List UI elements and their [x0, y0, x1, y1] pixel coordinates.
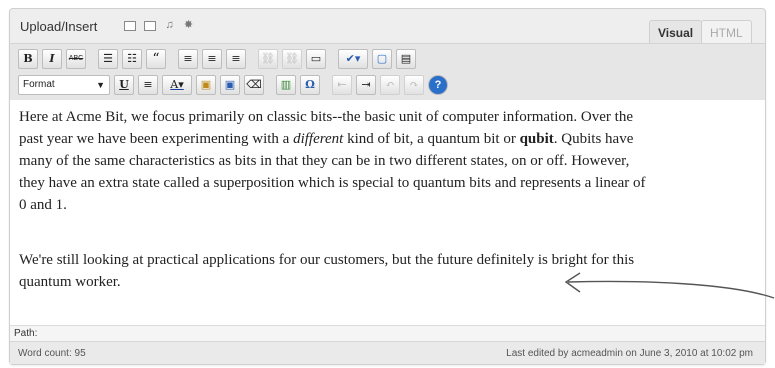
link-icon[interactable]: ⛓ — [258, 49, 278, 69]
content-paragraph-1: Here at Acme Bit, we focus primarily on … — [19, 109, 646, 213]
content-paragraph-2: We're still looking at practical applica… — [19, 252, 635, 290]
bold-icon[interactable]: B — [18, 49, 38, 69]
annotation-arrow-icon — [564, 272, 775, 299]
word-count: Word count: 95 — [18, 348, 86, 359]
italic-icon[interactable]: I — [42, 49, 62, 69]
editor-toolbar: B I ABC ☰ ☷ “ ≡ ≡ ≡ ⛓ ⛓ ▭ ✔▾ ▢ ▤ Format ▼… — [10, 43, 765, 101]
word-count-bar: Word count: 95 Last edited by acmeadmin … — [10, 341, 765, 364]
spellcheck-icon[interactable]: ✔▾ — [338, 49, 368, 69]
redo-icon[interactable]: ↷ — [404, 75, 424, 95]
align-left-icon[interactable]: ≡ — [178, 49, 198, 69]
format-select[interactable]: Format ▼ — [18, 75, 110, 95]
chevron-down-icon: ▼ — [96, 80, 105, 90]
video-icon[interactable] — [144, 20, 156, 31]
text-color-icon[interactable]: A▾ — [162, 75, 192, 95]
fullscreen-icon[interactable]: ▢ — [372, 49, 392, 69]
numbered-list-icon[interactable]: ☷ — [122, 49, 142, 69]
paste-word-icon[interactable]: ▣ — [220, 75, 240, 95]
toolbar-row-1: B I ABC ☰ ☷ “ ≡ ≡ ≡ ⛓ ⛓ ▭ ✔▾ ▢ ▤ — [18, 48, 416, 70]
insert-media-icon[interactable]: ▥ — [276, 75, 296, 95]
tab-visual[interactable]: Visual — [649, 20, 703, 45]
paste-text-icon[interactable]: ▣ — [196, 75, 216, 95]
media-icon[interactable]: ✸ — [183, 20, 194, 31]
align-right-icon[interactable]: ≡ — [226, 49, 246, 69]
undo-icon[interactable]: ↶ — [380, 75, 400, 95]
strikethrough-icon[interactable]: ABC — [66, 49, 86, 69]
help-icon[interactable]: ? — [428, 75, 448, 95]
upload-insert-label: Upload/Insert — [20, 19, 98, 34]
media-icons: ♫ ✸ — [124, 20, 194, 31]
blockquote-icon[interactable]: “ — [146, 49, 166, 69]
toolbar-row-2: Format ▼ U ≡ A▾ ▣ ▣ ⌫ ▥ Ω ⇤ ⇥ ↶ ↷ ? — [18, 74, 448, 96]
path-bar: Path: — [10, 325, 765, 341]
underline-icon[interactable]: U — [114, 75, 134, 95]
kitchen-sink-icon[interactable]: ▤ — [396, 49, 416, 69]
more-tag-icon[interactable]: ▭ — [306, 49, 326, 69]
indent-icon[interactable]: ⇥ — [356, 75, 376, 95]
audio-icon[interactable]: ♫ — [164, 20, 175, 31]
unlink-icon[interactable]: ⛓ — [282, 49, 302, 69]
align-center-icon[interactable]: ≡ — [202, 49, 222, 69]
special-character-icon[interactable]: Ω — [300, 75, 320, 95]
remove-format-icon[interactable]: ⌫ — [244, 75, 264, 95]
tab-html[interactable]: HTML — [701, 20, 752, 45]
editor-topbar: Upload/Insert ♫ ✸ Visual HTML — [10, 9, 765, 45]
justify-icon[interactable]: ≡ — [138, 75, 158, 95]
bulleted-list-icon[interactable]: ☰ — [98, 49, 118, 69]
format-select-label: Format — [23, 79, 55, 90]
image-icon[interactable] — [124, 20, 136, 31]
post-editor: Upload/Insert ♫ ✸ Visual HTML B I ABC ☰ … — [9, 8, 766, 365]
outdent-icon[interactable]: ⇤ — [332, 75, 352, 95]
last-edited: Last edited by acmeadmin on June 3, 2010… — [506, 348, 753, 359]
